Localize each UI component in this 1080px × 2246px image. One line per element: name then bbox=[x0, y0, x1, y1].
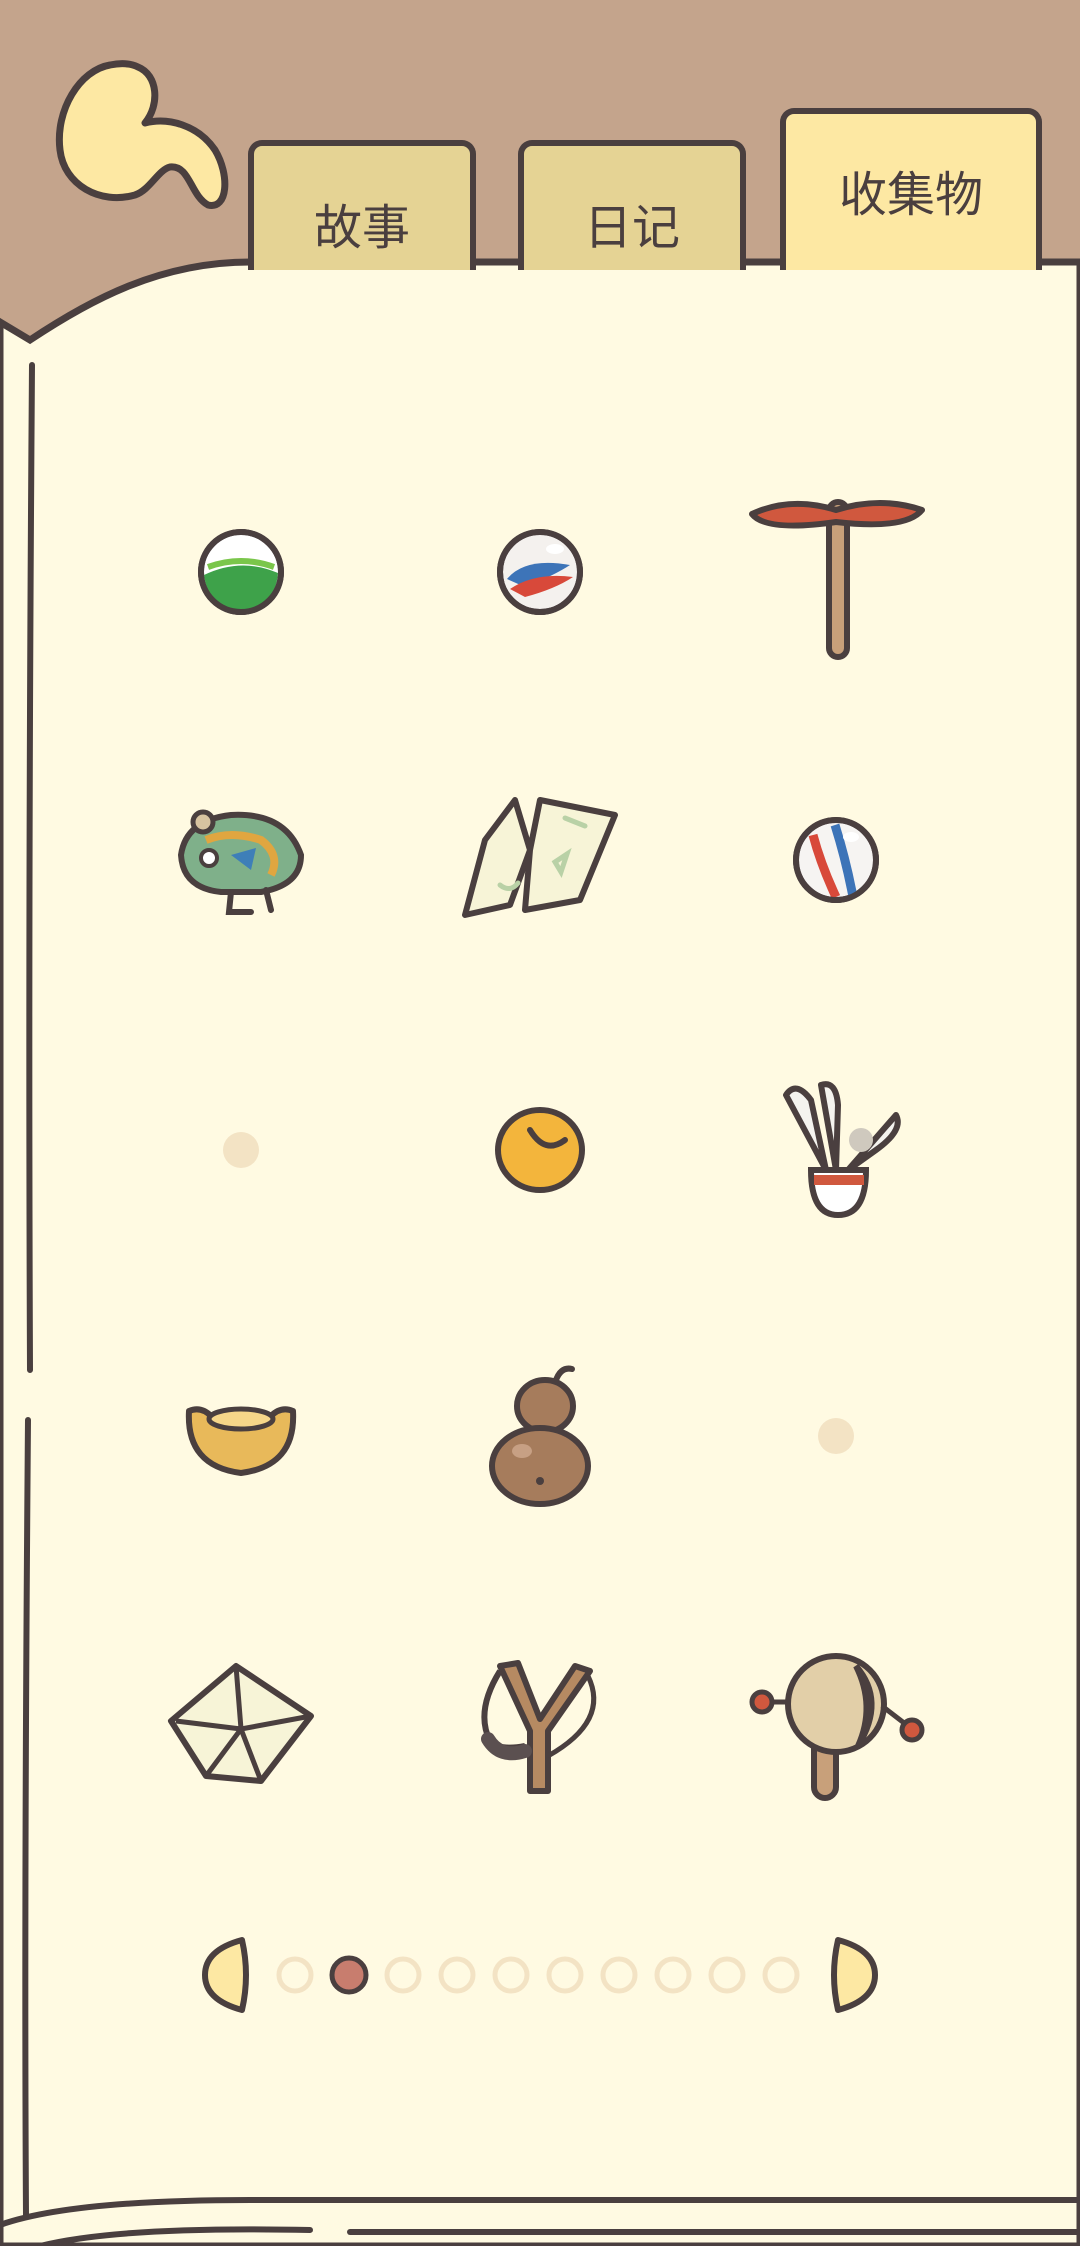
page-dot[interactable] bbox=[708, 1956, 746, 1994]
collection-item[interactable] bbox=[141, 472, 341, 672]
collection-item[interactable] bbox=[440, 1626, 640, 1826]
gold-ingot-icon bbox=[185, 1406, 297, 1476]
empty-slot-icon bbox=[223, 1132, 259, 1168]
prev-page-icon[interactable] bbox=[202, 1937, 249, 2013]
striped-marble-icon bbox=[793, 817, 879, 903]
shuttlecock-icon bbox=[783, 1081, 901, 1219]
tab-collection-label: 收集物 bbox=[838, 167, 983, 223]
next-page-icon[interactable] bbox=[831, 1937, 878, 2013]
collection-item[interactable] bbox=[440, 1050, 640, 1250]
swirl-marble-icon bbox=[497, 529, 583, 615]
collection-item[interactable] bbox=[736, 472, 936, 672]
tab-story-label: 故事 bbox=[313, 200, 410, 256]
green-marble-icon bbox=[198, 529, 284, 615]
collection-screen: 故事 日记 收集物 bbox=[0, 0, 1080, 2246]
collection-item[interactable] bbox=[141, 760, 341, 960]
slingshot-icon bbox=[481, 1660, 597, 1794]
yellow-bead-icon bbox=[495, 1107, 585, 1193]
collection-item[interactable] bbox=[440, 760, 640, 960]
page-dot[interactable] bbox=[654, 1956, 692, 1994]
pagination bbox=[200, 1935, 880, 2015]
page-dot[interactable] bbox=[546, 1956, 584, 1994]
collection-item-empty bbox=[736, 1336, 936, 1536]
page-dot[interactable] bbox=[276, 1956, 314, 1994]
rattle-drum-icon bbox=[749, 1653, 925, 1801]
tab-diary[interactable]: 日记 bbox=[518, 140, 746, 270]
collection-item[interactable] bbox=[736, 1050, 936, 1250]
paper-envelope-icon bbox=[168, 1663, 314, 1784]
collection-item[interactable] bbox=[440, 1336, 640, 1536]
collection-item[interactable] bbox=[440, 472, 640, 672]
tab-collection[interactable]: 收集物 bbox=[780, 108, 1042, 270]
bamboo-dragonfly-icon bbox=[749, 499, 925, 660]
empty-slot-icon bbox=[818, 1418, 854, 1454]
tab-diary-label: 日记 bbox=[583, 200, 680, 256]
page-dot[interactable] bbox=[762, 1956, 800, 1994]
collection-item[interactable] bbox=[736, 1626, 936, 1826]
collection-item[interactable] bbox=[141, 1626, 341, 1826]
back-arrow-icon[interactable] bbox=[50, 55, 230, 225]
page-dot[interactable] bbox=[492, 1956, 530, 1994]
tab-story[interactable]: 故事 bbox=[248, 140, 476, 270]
collection-item[interactable] bbox=[141, 1336, 341, 1536]
collection-item[interactable] bbox=[736, 760, 936, 960]
page-dot-active[interactable] bbox=[329, 1955, 369, 1995]
gourd-icon bbox=[489, 1365, 591, 1507]
collection-item-empty bbox=[141, 1050, 341, 1250]
page-dot[interactable] bbox=[600, 1956, 638, 1994]
tin-frog-toy-icon bbox=[177, 809, 305, 915]
page-dot[interactable] bbox=[384, 1956, 422, 1994]
page-dot[interactable] bbox=[438, 1956, 476, 1994]
paper-fortune-teller-icon bbox=[462, 797, 618, 918]
